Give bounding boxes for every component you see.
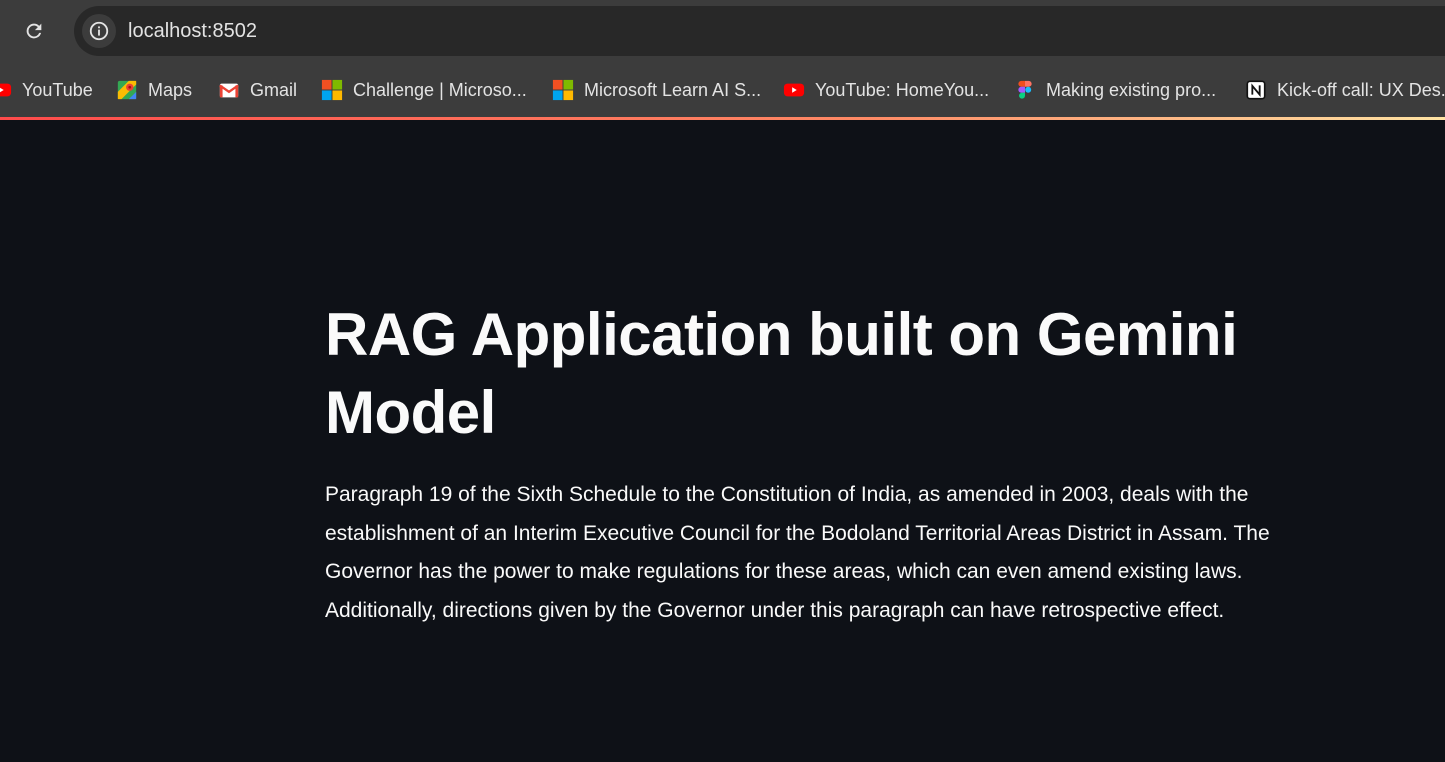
page-title: RAG Application built on Gemini Model [325, 301, 1238, 446]
microsoft-icon [321, 79, 343, 101]
youtube-icon [783, 83, 805, 97]
url-text[interactable]: localhost:8502 [128, 6, 257, 56]
gmail-icon [219, 83, 239, 98]
bookmark-microsoft-learn[interactable]: Microsoft Learn AI S... [552, 72, 761, 108]
browser-toolbar: localhost:8502 [0, 0, 1445, 62]
reload-button[interactable] [14, 11, 54, 51]
figma-icon [1018, 80, 1032, 99]
bookmark-gmail[interactable]: Gmail [218, 72, 297, 108]
bookmark-label: Maps [148, 79, 193, 100]
info-icon [89, 21, 109, 41]
bookmark-label: Making existing pro... [1046, 79, 1217, 100]
bookmark-maps[interactable]: Maps [116, 72, 192, 108]
address-bar[interactable]: localhost:8502 [74, 6, 1445, 56]
notion-icon [1246, 80, 1266, 100]
microsoft-icon [552, 79, 574, 101]
bookmark-label: Kick-off call: UX Des... [1277, 79, 1445, 100]
reload-icon [26, 23, 42, 39]
maps-icon [117, 80, 137, 100]
answer-text: Paragraph 19 of the Sixth Schedule to th… [325, 483, 1270, 623]
bookmark-label: Microsoft Learn AI S... [584, 79, 762, 100]
site-info-button[interactable] [82, 14, 116, 48]
app-main: RAG Application built on Gemini Model Pa… [0, 120, 1445, 762]
bookmark-figma[interactable]: Making existing pro... [1014, 72, 1216, 108]
bookmarks-bar: YouTube Maps Gmail Challenge | Microso..… [0, 62, 1445, 118]
bookmark-youtube[interactable]: YouTube [0, 72, 93, 108]
bookmark-youtube-home[interactable]: YouTube: HomeYou... [783, 72, 989, 108]
bookmark-challenge-microsoft[interactable]: Challenge | Microso... [321, 72, 527, 108]
bookmark-label: YouTube: HomeYou... [815, 79, 990, 100]
bookmark-label: YouTube [22, 79, 93, 100]
bookmark-label: Challenge | Microso... [353, 79, 527, 100]
youtube-icon [0, 83, 12, 97]
bookmark-label: Gmail [250, 79, 298, 100]
bookmark-notion[interactable]: Kick-off call: UX Des... [1245, 72, 1445, 108]
